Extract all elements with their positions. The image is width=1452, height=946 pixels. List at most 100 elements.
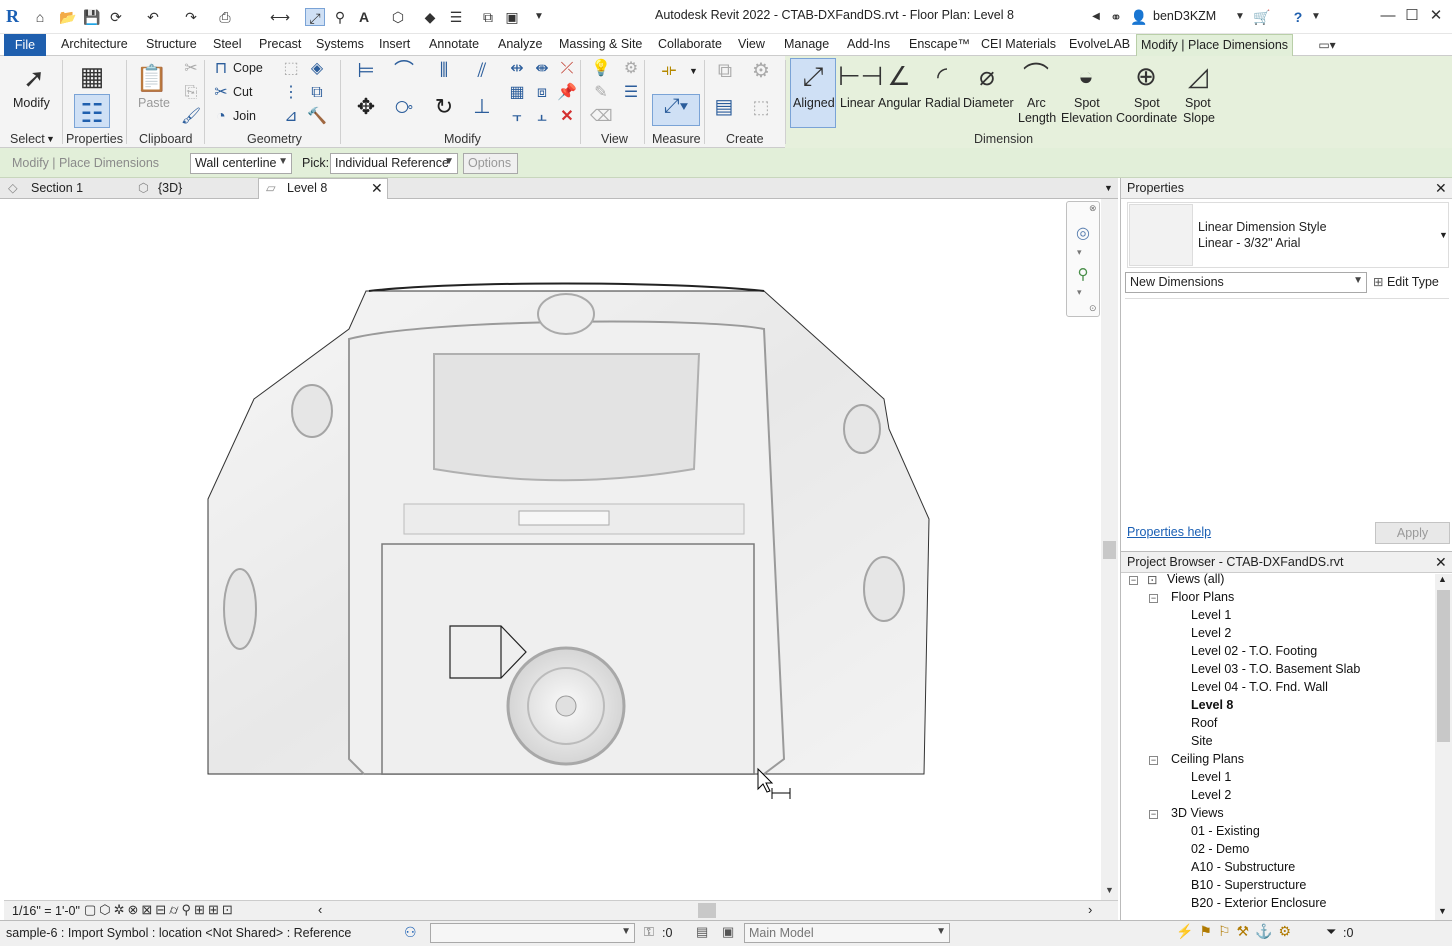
floor-plan-drawing[interactable] — [4, 199, 1101, 900]
rotate-icon[interactable]: ↻ — [430, 96, 458, 124]
spot-slope-tool-icon[interactable]: ◿ — [1180, 58, 1216, 94]
spot-elevation-tool-label-2[interactable]: Elevation — [1061, 111, 1112, 125]
tab-insert[interactable]: Insert — [379, 37, 410, 51]
match-properties-icon[interactable]: 🖌 — [180, 106, 202, 128]
close-hidden-icon[interactable]: ⧉ — [478, 8, 498, 26]
demolish-icon[interactable]: ⋮ — [280, 82, 302, 104]
hammer-icon[interactable]: 🔨 — [306, 106, 328, 128]
apply-button[interactable]: Apply — [1375, 522, 1450, 544]
sync-icon[interactable]: ⟳ — [106, 8, 126, 26]
browser-3d-existing[interactable]: 01 - Existing — [1191, 824, 1260, 838]
measure-icon[interactable]: ⟷ — [270, 8, 290, 26]
customize-qat-icon[interactable]: ▼ — [532, 8, 546, 26]
browser-3d-b10[interactable]: B10 - Superstructure — [1191, 878, 1306, 892]
tab-file[interactable]: File — [4, 34, 46, 56]
browser-ceiling-plans[interactable]: Ceiling Plans — [1171, 752, 1244, 766]
vertical-scroll-thumb[interactable] — [1103, 541, 1116, 559]
tab-manage[interactable]: Manage — [784, 37, 829, 51]
navbar-options-icon[interactable]: ⊙ — [1089, 303, 1097, 314]
collapse-icon[interactable]: − — [1149, 594, 1158, 603]
binoculars-icon[interactable]: ⚭ — [1106, 8, 1126, 26]
copy-clipboard-icon[interactable]: ⎘ — [180, 82, 202, 104]
cut-label[interactable]: Cut — [233, 85, 252, 99]
revit-logo[interactable]: R — [6, 6, 24, 28]
array-icon[interactable]: ▦ — [506, 82, 528, 104]
zoom-icon[interactable]: ⚲ — [1072, 265, 1094, 287]
type-selector-dropdown-icon[interactable]: ▼ — [1439, 230, 1448, 240]
selection-filter-icons[interactable]: ⚡⚑⚐⚒⚓⚙ — [1176, 923, 1297, 940]
spot-elevation-tool-icon[interactable]: ◒ — [1068, 58, 1104, 94]
tab-modify-place-dimensions[interactable]: Modify | Place Dimensions — [1136, 34, 1293, 56]
linear-tool-icon[interactable]: ⊢⊣ — [838, 58, 883, 94]
linework-icon[interactable]: ✎ — [590, 82, 612, 104]
join-label[interactable]: Join — [233, 109, 256, 123]
scroll-right-icon[interactable]: › — [1088, 902, 1092, 917]
aligned-dimension-icon[interactable]: ⤢ — [305, 8, 325, 26]
scale-icon[interactable]: ⧈ — [531, 82, 553, 104]
vertical-scrollbar[interactable]: ▼ — [1101, 199, 1118, 900]
tab-collaborate[interactable]: Collaborate — [658, 37, 722, 51]
browser-ceiling-level-2[interactable]: Level 2 — [1191, 788, 1231, 802]
horizontal-scroll-thumb[interactable] — [698, 903, 716, 918]
spot-elevation-tool-label-1[interactable]: Spot — [1074, 96, 1100, 110]
tab-annotate[interactable]: Annotate — [429, 37, 479, 51]
browser-floor-plans[interactable]: Floor Plans — [1171, 590, 1234, 604]
view-tab-3d[interactable]: {3D} — [158, 178, 182, 199]
collapse-icon[interactable]: − — [1149, 756, 1158, 765]
mirror-axis-icon[interactable]: ⫴ — [430, 60, 458, 88]
placement-select[interactable]: Wall centerline ▼ — [190, 153, 292, 174]
select-dropdown-icon[interactable]: ▼ — [46, 134, 55, 144]
design-options-icon[interactable]: ▤ — [696, 924, 708, 940]
create-assembly-icon[interactable]: ⚙ — [746, 60, 776, 90]
split-face-icon[interactable]: ◈ — [306, 58, 328, 80]
tab-analyze[interactable]: Analyze — [498, 37, 542, 51]
radial-tool-label[interactable]: Radial — [925, 96, 960, 110]
save-icon[interactable]: 💾 — [82, 8, 102, 26]
browser-floor-level-04[interactable]: Level 04 - T.O. Fnd. Wall — [1191, 680, 1328, 694]
paint-icon[interactable]: ⧉ — [306, 82, 328, 104]
create-similar-icon[interactable]: ⬚ — [746, 96, 776, 126]
tab-view[interactable]: View — [738, 37, 765, 51]
tab-systems[interactable]: Systems — [316, 37, 364, 51]
unpin-icon[interactable]: ⤫ — [556, 58, 578, 80]
diameter-tool-icon[interactable]: ⌀ — [969, 58, 1005, 94]
aligned-dimension-measure-icon[interactable]: ⤢▾ — [652, 94, 700, 126]
angular-tool-icon[interactable]: ∠ — [881, 58, 917, 94]
worksharing-icon[interactable]: ⚇ — [404, 924, 417, 941]
tab-evolvelab[interactable]: EvolveLAB — [1069, 37, 1130, 51]
scroll-left-icon[interactable]: ‹ — [318, 902, 322, 917]
browser-floor-roof[interactable]: Roof — [1191, 716, 1217, 730]
eraser-icon[interactable]: ⌫ — [590, 106, 613, 128]
spot-slope-tool-label-1[interactable]: Spot — [1185, 96, 1211, 110]
scroll-down-icon[interactable]: ▼ — [1105, 885, 1114, 895]
model-icon[interactable]: ▣ — [722, 924, 734, 940]
tab-massing-site[interactable]: Massing & Site — [559, 37, 642, 51]
view-tab-level-8[interactable]: Level 8 — [287, 178, 327, 199]
view-controls-icons[interactable]: ▢⬡✲⊗⊠⊟⌭⚲⊞⊞⊡ — [84, 902, 236, 918]
open-icon[interactable]: 📂 — [58, 8, 78, 26]
copy-icon[interactable]: ⧂ — [390, 96, 418, 124]
tag-icon[interactable]: ⚲ — [330, 8, 350, 26]
user-name[interactable]: benD3KZM — [1153, 9, 1216, 23]
linear-tool-label[interactable]: Linear — [840, 96, 875, 110]
aligned-tool-icon[interactable]: ⤢ — [795, 58, 831, 94]
ribbon-minimize-icon[interactable]: ▭▾ — [1312, 36, 1342, 54]
browser-3d-demo[interactable]: 02 - Demo — [1191, 842, 1249, 856]
split-element-icon[interactable]: ⇹ — [506, 58, 528, 80]
trim-multiple-icon[interactable]: ⫟ — [506, 106, 528, 128]
arc-length-tool-label-2[interactable]: Length — [1018, 111, 1056, 125]
browser-floor-level-8[interactable]: Level 8 — [1191, 698, 1233, 712]
spot-coordinate-tool-label-1[interactable]: Spot — [1134, 96, 1160, 110]
arc-length-tool-label-1[interactable]: Arc — [1027, 96, 1046, 110]
trim-single-icon[interactable]: ⫠ — [531, 106, 553, 128]
collapse-icon[interactable]: − — [1129, 576, 1138, 585]
instance-filter-select[interactable]: New Dimensions ▼ — [1125, 272, 1367, 293]
spot-coordinate-tool-label-2[interactable]: Coordinate — [1116, 111, 1177, 125]
browser-scroll-up-icon[interactable]: ▲ — [1438, 574, 1447, 584]
properties-help-link[interactable]: Properties help — [1127, 525, 1211, 539]
cut-geometry-icon[interactable]: ✂ — [210, 82, 232, 104]
close-navbar-icon[interactable]: ⊗ — [1089, 203, 1097, 214]
measure-tape-icon[interactable]: ⟛ — [652, 60, 686, 82]
search-expand-icon[interactable]: ◀ — [1090, 8, 1102, 26]
mirror-draw-icon[interactable]: ⫽ — [468, 60, 496, 88]
